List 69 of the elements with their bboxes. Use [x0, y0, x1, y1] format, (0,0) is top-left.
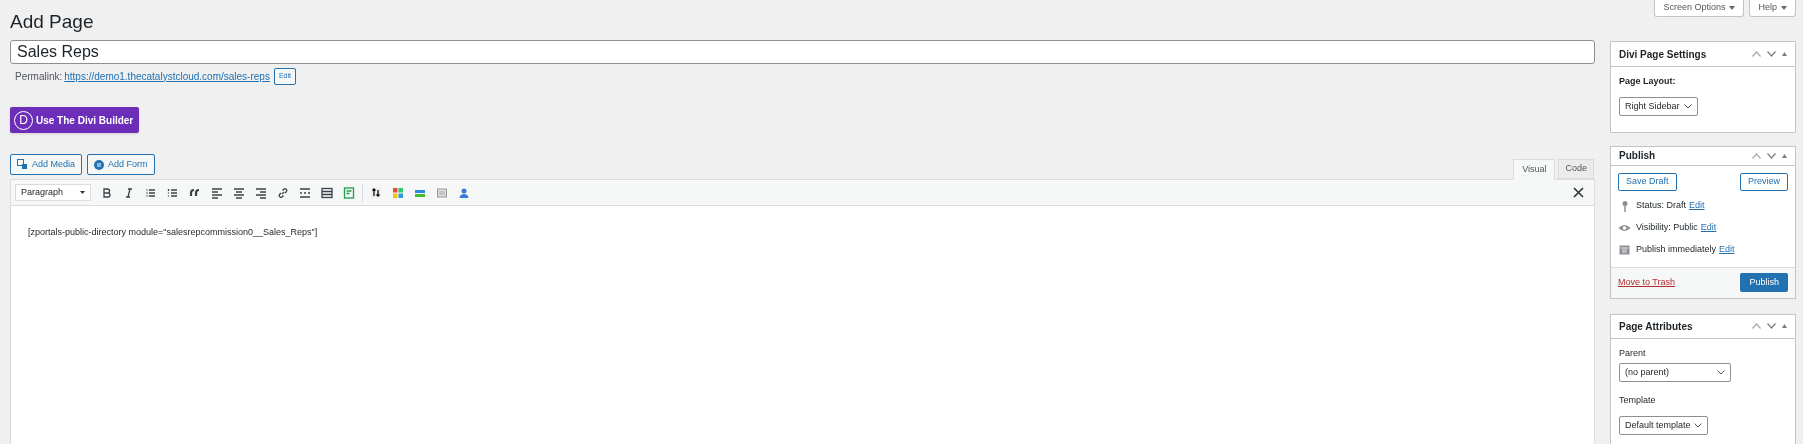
parent-select[interactable]: (no parent): [1619, 363, 1731, 383]
panel-title: Divi Page Settings: [1619, 47, 1707, 62]
field-label: Parent: [1619, 346, 1647, 360]
move-down-icon[interactable]: [1767, 152, 1776, 159]
page-title: Add Page: [10, 10, 95, 34]
move-up-icon[interactable]: [1752, 51, 1761, 57]
screen-meta-tab[interactable]: Screen Options: [1654, 0, 1745, 17]
editor-content[interactable]: [zportals-public-directory module="salesrepcommission0__Sales_Reps"]: [11, 206, 1594, 240]
publish-button[interactable]: Publish: [1740, 273, 1788, 293]
edit-link[interactable]: Edit: [1689, 199, 1705, 213]
calendar-icon: [1619, 244, 1630, 256]
move-to-trash-link[interactable]: Move to Trash: [1618, 276, 1676, 290]
panel-title: Publish: [1619, 149, 1656, 164]
media-icon: [17, 159, 28, 170]
form-icon[interactable]: [343, 186, 355, 199]
sort-icon[interactable]: [370, 186, 382, 199]
read-more-icon[interactable]: [299, 186, 311, 199]
panel-title: Page Attributes: [1619, 319, 1693, 334]
pin-icon: [1620, 199, 1629, 212]
dropdown-arrow-icon: [1781, 6, 1787, 10]
publish-info: Publish immediately: [1636, 243, 1717, 256]
collapse-icon[interactable]: [1782, 324, 1787, 329]
chevron-down-icon: [1683, 103, 1692, 109]
field-label: Page Layout:: [1619, 75, 1677, 88]
save-draft-button[interactable]: Save Draft: [1618, 172, 1677, 191]
editor-tab[interactable]: Code: [1558, 159, 1594, 179]
add-media-button[interactable]: Add Media: [10, 154, 83, 175]
user-icon[interactable]: [458, 186, 470, 199]
permalink-link[interactable]: https://demo1.thecatalystcloud.com/sales-reps: [64, 68, 270, 84]
edit-link[interactable]: Edit: [1700, 221, 1717, 235]
italic-icon[interactable]: [123, 186, 135, 199]
dropdown-arrow-icon: [80, 191, 85, 194]
screen-meta-tab[interactable]: Help: [1749, 0, 1796, 17]
link-icon[interactable]: [277, 186, 289, 199]
calendar-icon[interactable]: [436, 186, 448, 199]
collapse-icon[interactable]: [1782, 153, 1787, 158]
align-right-icon[interactable]: [255, 186, 267, 199]
field-label: Template: [1619, 394, 1657, 408]
move-up-icon[interactable]: [1752, 323, 1761, 330]
divi-builder-button[interactable]: D Use The Divi Builder: [10, 107, 139, 133]
editor-tab[interactable]: Visual: [1513, 159, 1556, 180]
align-left-icon[interactable]: [211, 186, 223, 199]
form-icon: [94, 159, 105, 170]
move-down-icon[interactable]: [1767, 323, 1776, 330]
permalink-label: Permalink:: [15, 69, 63, 84]
chevron-down-icon: [1717, 370, 1725, 376]
eye-icon: [1618, 223, 1631, 232]
publish-info: Visibility: Public: [1636, 221, 1698, 234]
publish-info: Status: Draft: [1636, 199, 1687, 212]
move-up-icon[interactable]: [1752, 152, 1761, 159]
dropdown-arrow-icon: [1729, 6, 1736, 10]
template-select[interactable]: Default template: [1619, 416, 1708, 435]
fullscreen-icon[interactable]: [1573, 187, 1584, 198]
add-form-button[interactable]: Add Form: [87, 154, 155, 175]
numbered-list-icon[interactable]: [167, 186, 179, 199]
preview-button[interactable]: Preview: [1740, 172, 1788, 191]
align-center-icon[interactable]: [233, 186, 245, 199]
layout-select[interactable]: Right Sidebar: [1619, 96, 1698, 116]
format-select[interactable]: Paragraph: [15, 184, 91, 201]
edit-link[interactable]: Edit: [1719, 243, 1735, 257]
title-field[interactable]: Sales Reps: [10, 40, 1595, 64]
quote-icon[interactable]: [189, 186, 201, 199]
chevron-down-icon: [1693, 423, 1702, 428]
move-down-icon[interactable]: [1767, 51, 1776, 57]
toolbar-toggle-icon[interactable]: [321, 186, 333, 199]
bulleted-list-icon[interactable]: [145, 186, 157, 199]
bold-icon[interactable]: [101, 186, 113, 199]
collapse-icon[interactable]: [1782, 52, 1787, 56]
grid-icon[interactable]: [392, 186, 404, 199]
